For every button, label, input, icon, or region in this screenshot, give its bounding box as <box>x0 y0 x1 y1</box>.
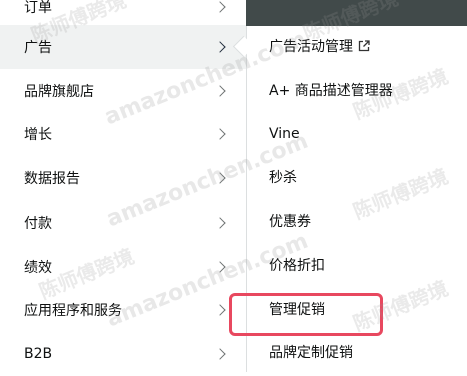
menu-item-label: 增长 <box>24 127 52 143</box>
left-navigation-menu: 订单 广告 品牌旗舰店 增长 数据报告 付款 绩效 应用程序和服务 B2B <box>0 0 246 372</box>
menu-item-apps-services[interactable]: 应用程序和服务 <box>0 288 246 332</box>
submenu-item-price-discounts[interactable]: 价格折扣 <box>269 256 325 276</box>
submenu-item-label: 价格折扣 <box>269 258 325 274</box>
menu-item-label: 应用程序和服务 <box>24 303 122 319</box>
submenu-item-coupons[interactable]: 优惠券 <box>269 212 311 232</box>
submenu-item-a-plus-manager[interactable]: A+ 商品描述管理器 <box>269 81 393 101</box>
menu-item-advertising[interactable]: 广告 <box>0 25 246 69</box>
submenu-item-brand-tailored-promotions[interactable]: 品牌定制促销 <box>269 343 353 363</box>
menu-item-label: 绩效 <box>24 260 52 276</box>
menu-item-performance[interactable]: 绩效 <box>0 245 246 289</box>
menu-item-label: 数据报告 <box>24 171 80 187</box>
submenu-item-label: 秒杀 <box>269 170 297 186</box>
top-dark-bar <box>246 0 467 26</box>
menu-item-label: 付款 <box>24 216 52 232</box>
menu-item-label: 品牌旗舰店 <box>24 84 94 100</box>
submenu-item-campaign-manager[interactable]: 广告活动管理 <box>269 37 370 58</box>
submenu-item-lightning-deals[interactable]: 秒杀 <box>269 168 297 188</box>
submenu-item-label: A+ 商品描述管理器 <box>269 83 393 99</box>
menu-item-payments[interactable]: 付款 <box>0 201 246 245</box>
menu-item-label: B2B <box>24 346 53 362</box>
submenu-item-label: 广告活动管理 <box>269 39 353 55</box>
menu-item-growth[interactable]: 增长 <box>0 112 246 156</box>
submenu-item-vine[interactable]: Vine <box>269 124 300 144</box>
menu-item-reports[interactable]: 数据报告 <box>0 156 246 200</box>
submenu-item-label: 品牌定制促销 <box>269 345 353 361</box>
submenu-item-label: Vine <box>269 126 300 142</box>
menu-item-b2b[interactable]: B2B <box>0 332 246 376</box>
submenu-item-label: 优惠券 <box>269 214 311 230</box>
menu-item-label: 广告 <box>24 40 52 56</box>
menu-item-label: 订单 <box>24 0 52 16</box>
highlight-box <box>229 293 383 336</box>
menu-item-brand-store[interactable]: 品牌旗舰店 <box>0 69 246 113</box>
external-link-icon <box>358 38 370 58</box>
